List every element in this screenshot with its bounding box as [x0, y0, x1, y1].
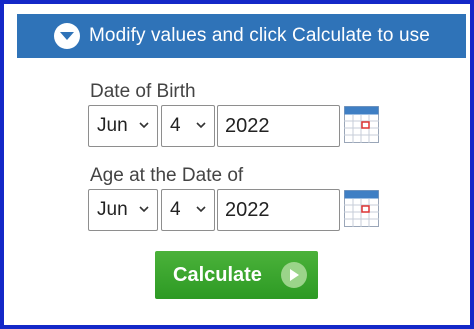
- instructions-banner[interactable]: Modify values and click Calculate to use: [17, 14, 466, 58]
- age-month-value: Jun: [97, 199, 128, 220]
- birth-day-select[interactable]: 4: [161, 105, 215, 147]
- chevron-down-icon: [196, 206, 206, 213]
- birth-year-input[interactable]: 2022: [217, 105, 340, 147]
- calculate-button-label: Calculate: [173, 263, 262, 286]
- birth-day-value: 4: [170, 115, 181, 136]
- birth-month-select[interactable]: Jun: [88, 105, 158, 147]
- age-year-input[interactable]: 2022: [217, 189, 340, 231]
- age-month-select[interactable]: Jun: [88, 189, 158, 231]
- calendar-icon[interactable]: [344, 190, 379, 227]
- age-day-value: 4: [170, 199, 181, 220]
- birth-year-value: 2022: [225, 114, 270, 137]
- calculate-button[interactable]: Calculate: [155, 251, 318, 299]
- chevron-down-icon: [139, 122, 149, 129]
- age-at-date-label: Age at the Date of: [90, 165, 244, 186]
- age-day-select[interactable]: 4: [161, 189, 215, 231]
- play-arrow-icon: [281, 262, 307, 288]
- banner-title: Modify values and click Calculate to use: [89, 25, 430, 46]
- calendar-icon[interactable]: [344, 106, 379, 143]
- calculator-frame: Modify values and click Calculate to use…: [0, 0, 474, 329]
- birth-month-value: Jun: [97, 115, 128, 136]
- chevron-down-circle-icon[interactable]: [54, 23, 80, 49]
- chevron-down-icon: [196, 122, 206, 129]
- chevron-down-icon: [139, 206, 149, 213]
- age-year-value: 2022: [225, 198, 270, 221]
- date-of-birth-label: Date of Birth: [90, 81, 196, 102]
